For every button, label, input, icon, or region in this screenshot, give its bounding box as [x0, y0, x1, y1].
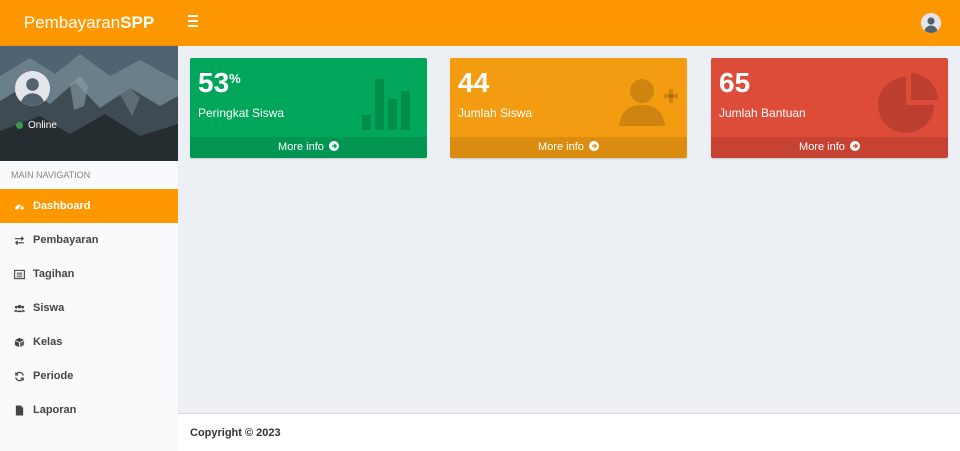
main-content: 53% Peringkat Siswa More info 44 Jumlah … [178, 46, 960, 413]
sidebar-item-label: Periode [33, 370, 74, 382]
sidebar-item-periode[interactable]: Periode [0, 359, 178, 393]
stat-box-peringkat: 53% Peringkat Siswa More info [190, 58, 427, 158]
sidebar-item-label: Siswa [33, 302, 65, 314]
nav-header: MAIN NAVIGATION [0, 161, 178, 189]
refresh-icon [13, 370, 25, 382]
exchange-icon [13, 234, 25, 246]
sidebar-item-pembayaran[interactable]: Pembayaran [0, 223, 178, 257]
sidebar-item-label: Pembayaran [33, 234, 99, 246]
brand-bold: SPP [120, 13, 155, 32]
stat-value: 53% [198, 67, 241, 98]
stat-label: Jumlah Bantuan [719, 106, 806, 120]
sidebar-item-label: Kelas [33, 336, 63, 348]
app-logo[interactable]: Pembayaran SPP [0, 0, 178, 46]
sidebar-item-tagihan[interactable]: Tagihan [0, 257, 178, 291]
online-status-label: Online [28, 120, 57, 131]
arrow-circle-right-icon [588, 141, 599, 151]
stat-box-jumlah-bantuan: 65 Jumlah Bantuan More info [711, 58, 948, 158]
user-add-icon [617, 71, 679, 133]
stat-suffix: % [229, 71, 241, 86]
stat-label: Peringkat Siswa [198, 106, 285, 120]
online-status: Online [16, 120, 57, 131]
file-icon [13, 404, 25, 416]
user-avatar [15, 71, 50, 106]
bar-chart-icon [357, 71, 419, 133]
brand-light: Pembayaran [23, 13, 121, 32]
sidebar-item-label: Laporan [33, 404, 77, 416]
top-navbar [178, 0, 960, 46]
user-panel: Online [0, 46, 178, 161]
user-icon [15, 71, 50, 106]
sidebar-item-kelas[interactable]: Kelas [0, 325, 178, 359]
sidebar-item-laporan[interactable]: Laporan [0, 393, 178, 427]
avatar-icon [921, 13, 941, 33]
dashboard-icon [13, 200, 25, 212]
list-alt-icon [13, 268, 25, 280]
copyright-text: Copyright © 2023 [190, 426, 281, 439]
sidebar: Online MAIN NAVIGATION Dashboard Pembaya… [0, 46, 178, 451]
sidebar-toggle-icon[interactable] [188, 15, 200, 29]
arrow-circle-right-icon [328, 141, 339, 151]
sidebar-item-siswa[interactable]: Siswa [0, 291, 178, 325]
more-info-link[interactable]: More info [190, 137, 427, 158]
sidebar-item-label: Dashboard [33, 200, 91, 212]
stat-label: Jumlah Siswa [458, 106, 533, 120]
arrow-circle-right-icon [849, 141, 860, 151]
more-info-link[interactable]: More info [450, 137, 687, 158]
cube-icon [13, 336, 25, 348]
status-dot-icon [16, 122, 23, 129]
users-icon [13, 302, 25, 314]
sidebar-item-dashboard[interactable]: Dashboard [0, 189, 178, 223]
page-footer: Copyright © 2023 [178, 413, 960, 451]
stat-box-jumlah-siswa: 44 Jumlah Siswa More info [450, 58, 687, 158]
stat-value: 44 [458, 67, 490, 98]
user-menu-avatar[interactable] [921, 13, 941, 33]
stat-value: 65 [719, 67, 751, 98]
sidebar-item-label: Tagihan [33, 268, 75, 280]
more-info-link[interactable]: More info [711, 137, 948, 158]
pie-chart-icon [878, 71, 940, 133]
